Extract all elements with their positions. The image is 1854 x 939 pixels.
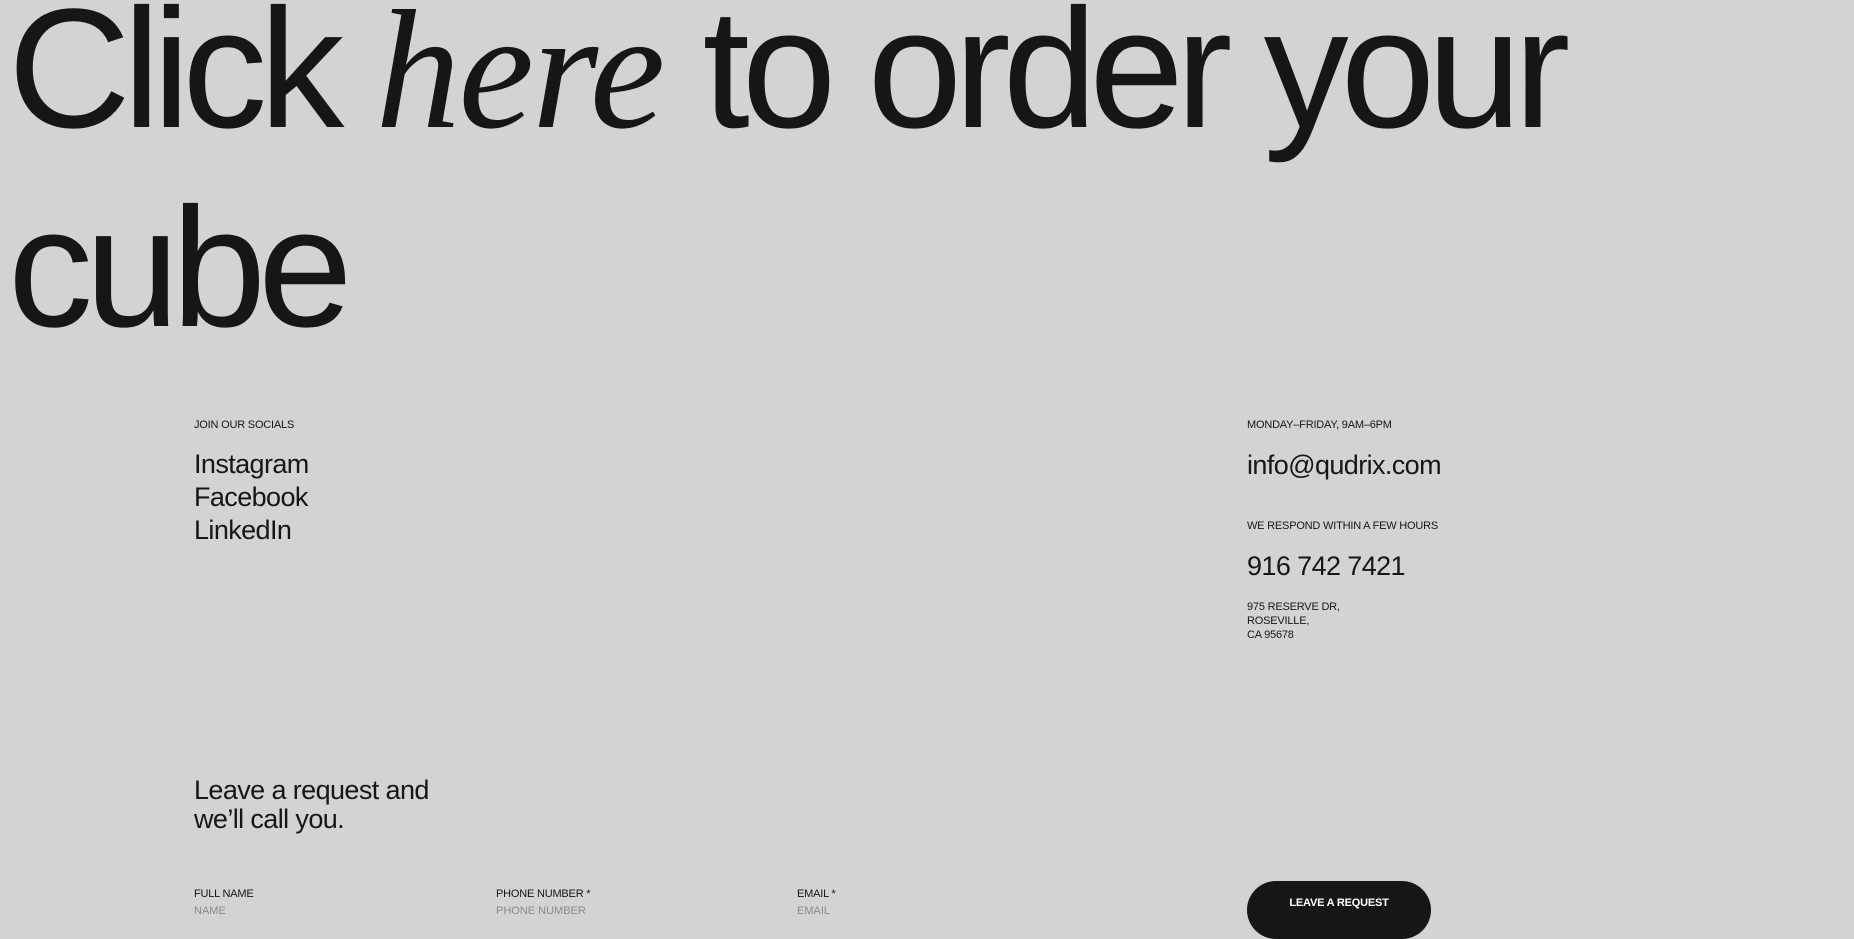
hero-word-click: Click (8, 0, 344, 164)
hero-word-here[interactable]: here (376, 0, 666, 164)
full-name-label: FULL NAME (194, 888, 254, 900)
request-title-line-2: we’ll call you. (194, 804, 345, 834)
instagram-link[interactable]: Instagram (194, 448, 309, 481)
request-title: Leave a request and we’ll call you. (194, 776, 494, 834)
socials-item: LinkedIn (194, 514, 309, 547)
socials-item: Instagram (194, 448, 309, 481)
leave-request-button[interactable]: LEAVE A REQUEST (1247, 881, 1431, 939)
full-name-input[interactable] (194, 905, 474, 917)
phone-input[interactable] (496, 905, 776, 917)
linkedin-link[interactable]: LinkedIn (194, 514, 309, 547)
phone-field-group: PHONE NUMBER * (496, 888, 776, 917)
email-label: EMAIL * (797, 888, 836, 900)
full-name-field-group: FULL NAME (194, 888, 474, 917)
socials-label: JOIN OUR SOCIALS (194, 419, 295, 431)
hours-label: MONDAY–FRIDAY, 9AM–6PM (1247, 419, 1392, 431)
request-title-line-1: Leave a request and (194, 775, 429, 805)
address: 975 RESERVE DR, ROSEVILLE, CA 95678 (1247, 600, 1340, 642)
hero-words-rest: to order your (702, 0, 1571, 164)
facebook-link[interactable]: Facebook (194, 481, 309, 514)
address-line: ROSEVILLE, (1247, 615, 1310, 627)
hero-line-1: Click here to order your (8, 0, 1571, 169)
hero-line-2: cube (8, 173, 353, 363)
phone-link[interactable]: 916 742 7421 (1247, 551, 1406, 582)
phone-label: PHONE NUMBER * (496, 888, 591, 900)
email-input[interactable] (797, 905, 1077, 917)
address-line: CA 95678 (1247, 629, 1294, 641)
email-field-group: EMAIL * (797, 888, 1077, 917)
response-note: WE RESPOND WITHIN A FEW HOURS (1247, 520, 1438, 532)
email-link[interactable]: info@qudrix.com (1247, 450, 1442, 481)
socials-list: Instagram Facebook LinkedIn (194, 448, 309, 547)
hero-heading[interactable]: Click here to order your cube (8, 0, 1571, 367)
socials-item: Facebook (194, 481, 309, 514)
address-line: 975 RESERVE DR, (1247, 601, 1340, 613)
